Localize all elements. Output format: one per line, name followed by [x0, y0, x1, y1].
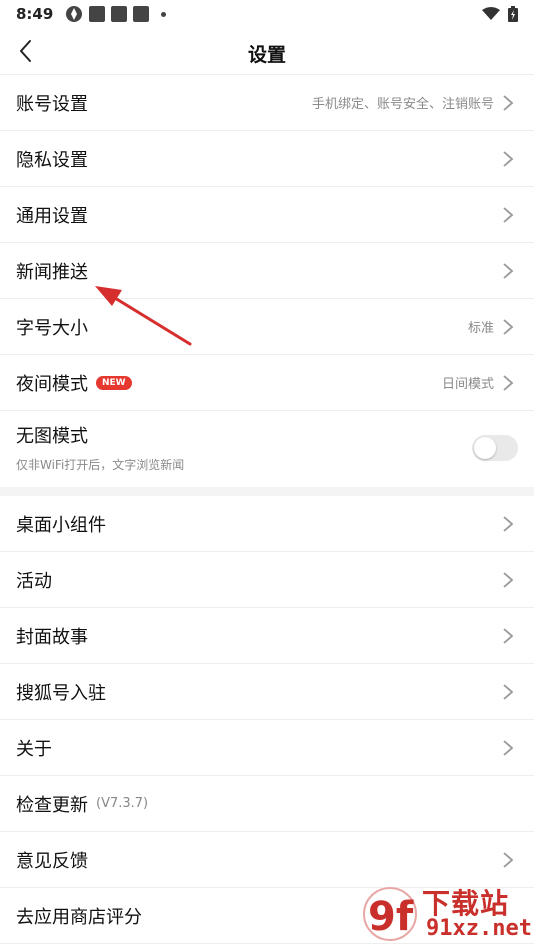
watermark-url: 91xz.net	[426, 916, 532, 941]
settings-item-label: 桌面小组件	[16, 514, 106, 536]
settings-item-feedback[interactable]: 意见反馈	[0, 832, 534, 888]
notification-icon	[89, 6, 106, 22]
watermark-logo: 9f	[363, 887, 417, 941]
no-image-toggle[interactable]	[472, 435, 518, 461]
settings-item-font-size[interactable]: 字号大小 标准	[0, 299, 534, 355]
version-label: (V7.3.7)	[96, 796, 149, 811]
settings-item-label: 检查更新	[16, 794, 88, 816]
settings-item-value: 日间模式	[441, 377, 494, 392]
header-bar: 设置	[0, 28, 534, 75]
chevron-right-icon	[503, 374, 514, 391]
notification-icon	[133, 6, 150, 22]
settings-item-general[interactable]: 通用设置	[0, 187, 534, 243]
status-bar: 8:49	[0, 0, 534, 28]
settings-item-no-image-mode: 无图模式 仅非WiFi打开后，文字浏览新闻	[0, 411, 534, 487]
settings-item-about[interactable]: 关于	[0, 720, 534, 776]
chevron-right-icon	[503, 515, 514, 532]
settings-list: 账号设置 手机绑定、账号安全、注销账号 隐私设置 通用设置 新闻推送 字号大小 …	[0, 75, 534, 944]
app-icon	[66, 6, 83, 22]
settings-item-label: 活动	[16, 570, 52, 592]
page-title: 设置	[247, 44, 286, 66]
chevron-right-icon	[503, 150, 514, 167]
chevron-right-icon	[503, 206, 514, 223]
settings-item-night-mode[interactable]: 夜间模式 NEW 日间模式	[0, 355, 534, 411]
status-left-icons	[65, 5, 167, 23]
svg-text:9f: 9f	[368, 894, 414, 940]
settings-item-label: 隐私设置	[16, 149, 88, 171]
settings-item-account[interactable]: 账号设置 手机绑定、账号安全、注销账号	[0, 75, 534, 131]
section-divider	[0, 487, 534, 496]
toggle-knob	[474, 437, 496, 459]
settings-item-desktop-widget[interactable]: 桌面小组件	[0, 496, 534, 552]
settings-item-value: 手机绑定、账号安全、注销账号	[311, 97, 494, 112]
settings-item-cover-story[interactable]: 封面故事	[0, 608, 534, 664]
chevron-right-icon	[503, 627, 514, 644]
settings-item-label: 意见反馈	[16, 850, 88, 872]
status-time: 8:49	[16, 5, 54, 23]
settings-item-activity[interactable]: 活动	[0, 552, 534, 608]
chevron-right-icon	[503, 94, 514, 111]
settings-item-description: 仅非WiFi打开后，文字浏览新闻	[16, 457, 185, 472]
settings-item-label: 搜狐号入驻	[16, 682, 106, 704]
settings-item-news-push[interactable]: 新闻推送	[0, 243, 534, 299]
settings-item-check-update[interactable]: 检查更新 (V7.3.7)	[0, 776, 534, 832]
settings-item-label: 字号大小	[16, 317, 88, 339]
settings-item-label: 账号设置	[16, 93, 88, 115]
settings-item-label: 关于	[16, 738, 52, 760]
wifi-icon	[482, 7, 500, 20]
settings-item-label: 去应用商店评分	[16, 906, 142, 928]
notification-icon	[111, 6, 128, 22]
dot-icon	[161, 11, 167, 17]
chevron-right-icon	[503, 739, 514, 756]
battery-charging-icon	[508, 6, 518, 22]
settings-item-label: 新闻推送	[16, 261, 88, 283]
watermark: 9f 下载站 91xz.net	[360, 882, 532, 946]
settings-item-label: 通用设置	[16, 205, 88, 227]
chevron-right-icon	[503, 851, 514, 868]
settings-item-privacy[interactable]: 隐私设置	[0, 131, 534, 187]
status-right-icons	[482, 6, 518, 22]
chevron-right-icon	[503, 318, 514, 335]
settings-item-value: 标准	[467, 321, 494, 336]
settings-item-sohu-account[interactable]: 搜狐号入驻	[0, 664, 534, 720]
new-badge: NEW	[96, 375, 132, 390]
settings-item-label: 无图模式	[16, 425, 88, 447]
chevron-right-icon	[503, 571, 514, 588]
settings-item-label: 封面故事	[16, 626, 88, 648]
settings-item-label: 夜间模式	[16, 373, 88, 395]
chevron-right-icon	[503, 683, 514, 700]
chevron-right-icon	[503, 262, 514, 279]
